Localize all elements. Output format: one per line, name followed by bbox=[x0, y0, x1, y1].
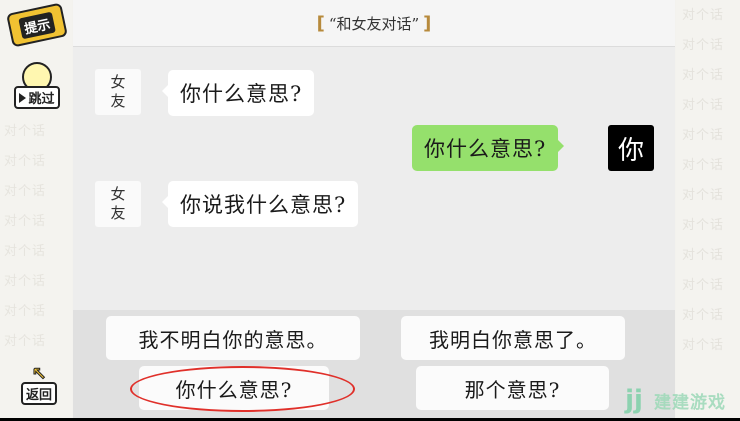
watermark-text: 对个话 bbox=[682, 158, 725, 173]
skip-button[interactable]: 跳过 bbox=[6, 62, 68, 112]
reply-option-button[interactable]: 我明白你意思了。 bbox=[401, 316, 625, 360]
skip-button-label: 跳过 bbox=[28, 92, 55, 107]
girlfriend-avatar: 女 友 bbox=[95, 181, 141, 227]
watermark-text: 对个话 bbox=[4, 154, 47, 169]
logo-text: 建建游戏 bbox=[654, 392, 726, 413]
watermark-text: 对个话 bbox=[4, 124, 47, 139]
hint-card-icon: 提示 bbox=[6, 2, 68, 48]
reply-option-button[interactable]: 那个意思? bbox=[416, 366, 609, 410]
message-bubble-player: 你什么意思? bbox=[412, 125, 565, 171]
play-icon bbox=[19, 92, 27, 103]
girlfriend-avatar: 女 友 bbox=[95, 69, 141, 115]
message-text: 你说我什么意思? bbox=[180, 193, 347, 217]
watermark-logo: jj 建建游戏 bbox=[618, 384, 726, 416]
watermark-text: 对个话 bbox=[4, 304, 47, 319]
watermark-text: 对个话 bbox=[682, 338, 725, 353]
watermark-text: 对个话 bbox=[682, 278, 725, 293]
reply-option-label: 我明白你意思了。 bbox=[429, 327, 597, 352]
avatar-char: 友 bbox=[110, 92, 126, 110]
hint-button-label: 提示 bbox=[18, 11, 56, 39]
chat-title-bar: [ “和女友对话” ] bbox=[73, 0, 675, 47]
reply-option-label: 我不明白你的意思。 bbox=[138, 327, 328, 352]
watermark-text: 对个话 bbox=[682, 188, 725, 203]
skip-button-label-wrap: 跳过 bbox=[14, 86, 60, 109]
message-bubble-girlfriend: 你说我什么意思? bbox=[161, 181, 359, 227]
selection-circle-highlight bbox=[130, 366, 355, 412]
back-button-label: 返回 bbox=[20, 382, 57, 405]
message-text: 你什么意思? bbox=[180, 82, 303, 106]
message-bubble-girlfriend: 你什么意思? bbox=[161, 70, 315, 116]
watermark-text: 对个话 bbox=[4, 184, 47, 199]
right-sidebar-background: 对个话 对个话 对个话 对个话 对个话 对个话 对个话 对个话 对个话 对个话 … bbox=[676, 0, 740, 421]
watermark-text: 对个话 bbox=[4, 274, 47, 289]
title-bracket-left: [ bbox=[316, 12, 325, 34]
watermark-text: 对个话 bbox=[682, 128, 725, 143]
watermark-text: 对个话 bbox=[682, 218, 725, 233]
watermark-text: 对个话 bbox=[682, 38, 725, 53]
reply-option-label: 那个意思? bbox=[464, 377, 561, 402]
watermark-text: 对个话 bbox=[4, 244, 47, 259]
page-title: “和女友对话” bbox=[328, 14, 420, 33]
watermark-text: 对个话 bbox=[682, 98, 725, 113]
watermark-text: 对个话 bbox=[682, 248, 725, 263]
watermark-text: 对个话 bbox=[682, 308, 725, 323]
avatar-char: 友 bbox=[110, 204, 126, 222]
reply-option-button[interactable]: 我不明白你的意思。 bbox=[106, 316, 360, 360]
logo-mark-icon: jj bbox=[625, 385, 643, 415]
hint-button[interactable]: 提示 bbox=[6, 2, 68, 48]
back-button[interactable]: ↖ 返回 bbox=[12, 365, 66, 406]
watermark-text: 对个话 bbox=[682, 8, 725, 23]
watermark-text: 对个话 bbox=[682, 68, 725, 83]
watermark-text: 对个话 bbox=[4, 334, 47, 349]
message-text: 你什么意思? bbox=[424, 137, 547, 161]
watermark-text: 对个话 bbox=[4, 214, 47, 229]
player-avatar: 你 bbox=[608, 125, 654, 171]
title-bracket-right: ] bbox=[423, 12, 432, 34]
avatar-char: 女 bbox=[110, 185, 126, 203]
avatar-char: 女 bbox=[110, 73, 126, 91]
